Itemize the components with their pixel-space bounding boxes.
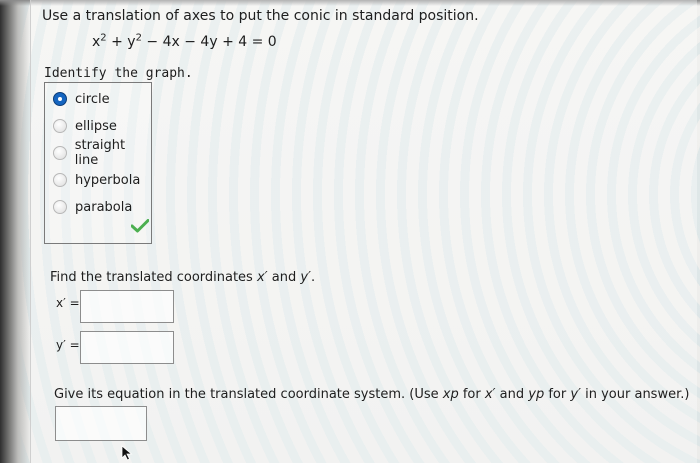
radio-parabola[interactable]: [53, 200, 67, 214]
choice-parabola[interactable]: parabola: [53, 197, 132, 217]
identify-label: Identify the graph.: [44, 66, 193, 81]
choice-ellipse[interactable]: ellipse: [53, 116, 117, 136]
y-prime-label: y′ =: [56, 338, 80, 352]
radio-straight-line[interactable]: [53, 146, 67, 160]
choice-label: straight line: [74, 138, 126, 168]
equation-prompt: Give its equation in the translated coor…: [54, 387, 690, 402]
choice-straight-line[interactable]: straight line: [53, 138, 151, 168]
x-prime-label: x′ =: [56, 296, 80, 310]
radio-ellipse[interactable]: [53, 119, 67, 133]
question-prompt: Use a translation of axes to put the con…: [42, 8, 479, 24]
graph-choice-group: circle ellipse straight line hyperbola p…: [44, 82, 152, 244]
radio-circle[interactable]: [53, 92, 67, 106]
translated-equation-input[interactable]: [55, 406, 147, 441]
conic-equation: x2 + y2 − 4x − 4y + 4 = 0: [92, 32, 277, 50]
x-prime-input[interactable]: [80, 290, 174, 323]
y-prime-input[interactable]: [80, 331, 174, 364]
choice-circle[interactable]: circle: [53, 89, 110, 109]
choice-label: parabola: [75, 199, 133, 215]
choice-label: hyperbola: [75, 172, 141, 188]
translated-coords-prompt: Find the translated coordinates x′ and y…: [50, 270, 316, 285]
radio-hyperbola[interactable]: [53, 173, 67, 187]
mouse-cursor-icon: [121, 445, 133, 461]
choice-label: circle: [75, 91, 110, 107]
choice-label: ellipse: [75, 118, 117, 134]
choice-hyperbola[interactable]: hyperbola: [53, 170, 140, 190]
left-edge-shadow: [0, 0, 30, 463]
check-icon: [131, 219, 149, 233]
